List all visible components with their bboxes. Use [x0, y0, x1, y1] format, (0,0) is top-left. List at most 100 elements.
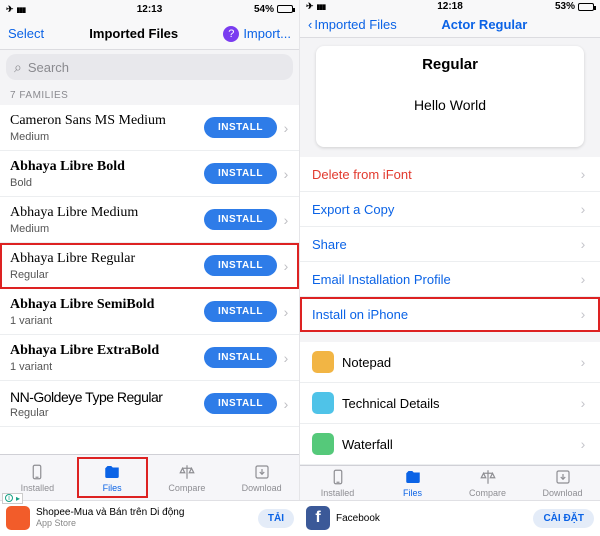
font-row[interactable]: Abhaya Libre BoldBoldINSTALL›	[0, 151, 299, 197]
font-style: Regular	[10, 407, 204, 419]
import-button[interactable]: Import...	[243, 26, 291, 41]
search-icon	[14, 59, 22, 76]
tab-files[interactable]: Files	[375, 466, 450, 500]
chevron-right-icon: ›	[281, 396, 291, 412]
font-style: Medium	[10, 131, 204, 143]
tab-label: Files	[103, 483, 122, 493]
app-icon	[312, 392, 334, 414]
action-row[interactable]: Install on iPhone›	[300, 297, 600, 332]
tab-bar: InstalledFilesCompareDownload	[0, 454, 299, 500]
chevron-right-icon: ›	[578, 395, 588, 411]
chevron-right-icon: ›	[578, 236, 588, 252]
font-name: Abhaya Libre Regular	[10, 251, 204, 267]
tab-compare[interactable]: Compare	[150, 455, 225, 500]
chevron-right-icon: ›	[281, 350, 291, 366]
chevron-right-icon: ›	[281, 166, 291, 182]
back-button[interactable]: ‹Imported Files	[308, 17, 397, 32]
font-style: 1 variant	[10, 361, 204, 373]
font-style: 1 variant	[10, 315, 204, 327]
download-icon	[252, 463, 272, 481]
action-row[interactable]: Export a Copy›	[300, 192, 600, 227]
files-icon	[102, 463, 122, 481]
select-button[interactable]: Select	[8, 26, 44, 41]
install-button[interactable]: INSTALL	[204, 301, 277, 322]
chevron-right-icon: ›	[578, 306, 588, 322]
font-list: Cameron Sans MS MediumMediumINSTALL›Abha…	[0, 105, 299, 454]
status-bar: 12:13 54%	[0, 0, 299, 18]
section-header: 7 FAMILIES	[0, 84, 299, 105]
left-screen: 12:13 54% Select Imported Files ? Import…	[0, 0, 300, 500]
action-label: Delete from iFont	[312, 167, 412, 182]
chevron-right-icon: ›	[281, 304, 291, 320]
font-row[interactable]: Abhaya Libre SemiBold1 variantINSTALL›	[0, 289, 299, 335]
action-label: Share	[312, 237, 347, 252]
installed-icon	[328, 468, 348, 486]
font-row[interactable]: Abhaya Libre MediumMediumINSTALL›	[0, 197, 299, 243]
ad-app-icon	[6, 506, 30, 530]
chevron-left-icon: ‹	[308, 17, 312, 32]
ad-left[interactable]: i▸ Shopee-Mua và Bán trên Di động App St…	[0, 501, 300, 536]
tab-label: Installed	[321, 488, 355, 498]
nav-title: Imported Files	[89, 26, 178, 41]
files-icon	[403, 468, 423, 486]
tab-files[interactable]: Files	[75, 455, 150, 500]
install-button[interactable]: INSTALL	[204, 347, 277, 368]
font-row[interactable]: Abhaya Libre ExtraBold1 variantINSTALL›	[0, 335, 299, 381]
chevron-right-icon: ›	[578, 436, 588, 452]
chevron-right-icon: ›	[578, 201, 588, 217]
ad-flag: i▸	[2, 493, 23, 504]
tab-installed[interactable]: Installed	[300, 466, 375, 500]
details-list: Notepad› Technical Details › Waterfall ›	[300, 342, 600, 465]
tab-download[interactable]: Download	[525, 466, 600, 500]
install-button[interactable]: INSTALL	[204, 163, 277, 184]
font-row[interactable]: Cameron Sans MS MediumMediumINSTALL›	[0, 105, 299, 151]
app-icon	[312, 351, 334, 373]
download-icon	[553, 468, 573, 486]
ad-app-icon: f	[306, 506, 330, 530]
ad-title: Facebook	[336, 513, 527, 524]
action-row[interactable]: Delete from iFont›	[300, 157, 600, 192]
font-row[interactable]: Abhaya Libre Regular RegularINSTALL›	[0, 243, 299, 289]
install-button[interactable]: INSTALL	[204, 393, 277, 414]
detail-label: Technical Details	[342, 396, 440, 411]
ad-right[interactable]: f Facebook CÀI ĐẶT	[300, 501, 600, 536]
preview-sample: Hello World	[414, 97, 486, 113]
font-style: Regular	[10, 269, 204, 281]
font-name: Abhaya Libre Medium	[10, 205, 204, 221]
install-button[interactable]: INSTALL	[204, 117, 277, 138]
ad-title: Shopee-Mua và Bán trên Di động	[36, 507, 252, 518]
ad-cta-button[interactable]: CÀI ĐẶT	[533, 509, 594, 528]
install-button[interactable]: INSTALL	[204, 255, 277, 276]
preview-title: Regular	[422, 56, 478, 73]
chevron-right-icon: ›	[578, 271, 588, 287]
detail-row[interactable]: Technical Details ›	[300, 383, 600, 424]
status-bar: 12:18 53%	[300, 0, 600, 13]
nav-title: Actor Regular	[441, 17, 527, 32]
tab-download[interactable]: Download	[224, 455, 299, 500]
detail-row[interactable]: Waterfall ›	[300, 424, 600, 465]
search-input[interactable]: Search	[6, 54, 293, 80]
action-row[interactable]: Email Installation Profile ›	[300, 262, 600, 297]
ad-banner: i▸ Shopee-Mua và Bán trên Di động App St…	[0, 500, 600, 535]
nav-bar: Select Imported Files ? Import...	[0, 18, 299, 50]
font-row[interactable]: NN-Goldeye Type RegularRegularINSTALL›	[0, 381, 299, 427]
tab-label: Compare	[168, 483, 205, 493]
help-icon[interactable]: ?	[223, 26, 239, 42]
right-screen: 12:18 53% ‹Imported Files Actor Regular …	[300, 0, 600, 500]
chevron-right-icon: ›	[281, 258, 291, 274]
detail-row[interactable]: Notepad›	[300, 342, 600, 383]
actions-list: Delete from iFont›Export a Copy›Share›Em…	[300, 157, 600, 332]
tab-label: Download	[542, 488, 582, 498]
ad-cta-button[interactable]: TẢI	[258, 509, 294, 528]
tab-compare[interactable]: Compare	[450, 466, 525, 500]
detail-label: Waterfall	[342, 437, 393, 452]
detail-label: Notepad	[342, 355, 391, 370]
action-row[interactable]: Share ›	[300, 227, 600, 262]
install-button[interactable]: INSTALL	[204, 209, 277, 230]
tab-label: Files	[403, 488, 422, 498]
battery-pct: 53%	[555, 1, 575, 12]
chevron-right-icon: ›	[281, 212, 291, 228]
app-icon	[312, 433, 334, 455]
action-label: Email Installation Profile	[312, 272, 451, 287]
font-style: Bold	[10, 177, 204, 189]
